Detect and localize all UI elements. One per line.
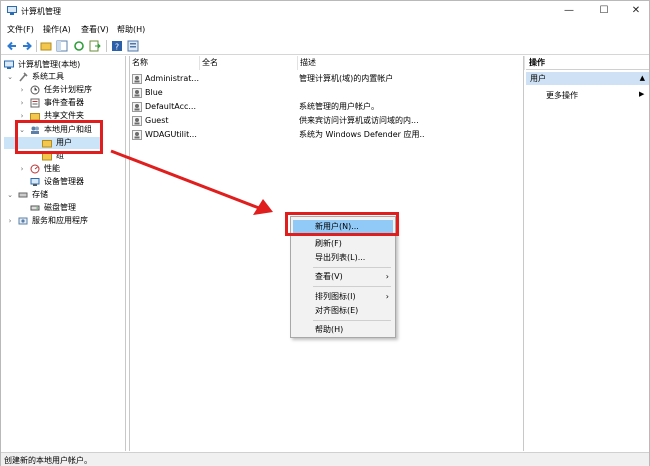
collapse-up-icon[interactable]: ▲ — [640, 72, 645, 85]
column-header-description[interactable]: 描述 — [298, 56, 525, 70]
minimize-button[interactable]: — — [554, 3, 584, 19]
user-name: Blue — [145, 88, 163, 97]
actions-section-label: 用户 — [530, 74, 546, 83]
clock-icon — [30, 85, 40, 95]
export-icon[interactable] — [89, 40, 101, 52]
properties-icon[interactable] — [127, 40, 139, 52]
help-icon[interactable]: ? — [111, 40, 123, 52]
user-name: Guest — [145, 116, 169, 125]
chevron-right-icon: › — [385, 292, 389, 301]
event-viewer-icon — [30, 98, 40, 108]
maximize-button[interactable]: ☐ — [589, 3, 619, 19]
annotation-box-users — [15, 120, 103, 154]
title-bar: 计算机管理 — ☐ ✕ — [1, 1, 649, 21]
context-export-list[interactable]: 导出列表(L)... — [293, 251, 393, 264]
user-name: WDAGUtilit... — [145, 130, 197, 139]
forward-icon[interactable] — [21, 40, 33, 52]
user-icon — [132, 88, 142, 98]
device-manager-icon — [30, 178, 40, 186]
column-header-fullname[interactable]: 全名 — [200, 56, 298, 70]
user-description: 系统为 Windows Defender 应用... — [299, 130, 424, 139]
context-refresh[interactable]: 刷新(F) — [293, 237, 393, 250]
context-view[interactable]: 查看(V) › — [293, 270, 393, 283]
menu-help[interactable]: 帮助(H) — [117, 24, 145, 35]
up-folder-icon[interactable] — [40, 40, 52, 52]
user-name: DefaultAcc... — [145, 102, 196, 111]
toolbar-separator — [106, 40, 107, 52]
close-button[interactable]: ✕ — [621, 3, 650, 19]
more-actions-link[interactable]: 更多操作 — [546, 90, 578, 101]
table-row[interactable]: WDAGUtilit... 系统为 Windows Defender 应用... — [130, 129, 525, 141]
user-description: 供来宾访问计算机或访问域的内... — [299, 116, 419, 125]
user-description: 管理计算机(域)的内置帐户 — [299, 74, 394, 83]
user-icon — [132, 102, 142, 112]
context-align-icons[interactable]: 对齐图标(E) — [293, 304, 393, 317]
actions-header: 操作 — [526, 56, 649, 70]
menu-separator — [313, 286, 391, 287]
back-icon[interactable] — [6, 40, 18, 52]
chevron-down-icon[interactable]: ⌄ — [6, 189, 14, 201]
computer-management-icon — [7, 6, 17, 15]
table-row[interactable]: Blue — [130, 87, 525, 99]
refresh-icon[interactable] — [73, 40, 85, 52]
column-header-name[interactable]: 名称 — [130, 56, 200, 70]
menu-view[interactable]: 查看(V) — [81, 24, 109, 35]
menu-file[interactable]: 文件(F) — [7, 24, 34, 35]
menu-separator — [313, 267, 391, 268]
toolbar: ? — [1, 37, 649, 55]
tools-icon — [19, 72, 28, 82]
chevron-right-icon[interactable]: › — [6, 215, 14, 227]
chevron-down-icon[interactable]: ⌄ — [6, 71, 14, 83]
status-bar: 创建新的本地用户帐户。 — [1, 452, 649, 466]
navigation-tree: 计算机管理(本地) ⌄ 系统工具 › 任务计划程序 › 事件查看器 › 共享文件… — [2, 56, 126, 451]
actions-pane: 操作 用户 ▲ 更多操作 ▶ — [526, 56, 649, 451]
table-row[interactable]: Administrat... 管理计算机(域)的内置帐户 — [130, 73, 525, 85]
menu-action[interactable]: 操作(A) — [43, 24, 71, 35]
status-text: 创建新的本地用户帐户。 — [4, 456, 92, 465]
chevron-right-icon: › — [385, 272, 389, 281]
chevron-right-icon[interactable]: › — [18, 97, 26, 109]
user-name: Administrat... — [145, 74, 199, 83]
table-row[interactable]: DefaultAcc... 系统管理的用户帐户。 — [130, 101, 525, 113]
user-icon — [132, 130, 142, 140]
toolbar-separator — [36, 40, 37, 52]
annotation-box-new-user — [285, 212, 399, 236]
svg-text:?: ? — [115, 43, 119, 52]
chevron-right-icon[interactable]: ▶ — [639, 90, 644, 98]
disk-icon — [30, 205, 40, 211]
table-row[interactable]: Guest 供来宾访问计算机或访问域的内... — [130, 115, 525, 127]
user-description: 系统管理的用户帐户。 — [299, 102, 379, 111]
context-help[interactable]: 帮助(H) — [293, 323, 393, 336]
services-icon — [18, 217, 28, 225]
menu-separator — [313, 320, 391, 321]
chevron-right-icon[interactable]: › — [18, 84, 26, 96]
computer-management-window: 计算机管理 — ☐ ✕ 文件(F) 操作(A) 查看(V) 帮助(H) ? 计算… — [0, 0, 650, 466]
window-title: 计算机管理 — [21, 7, 61, 16]
show-hide-tree-icon[interactable] — [56, 40, 68, 52]
computer-icon — [4, 60, 14, 69]
actions-section-users[interactable]: 用户 ▲ — [526, 72, 649, 85]
menu-bar: 文件(F) 操作(A) 查看(V) 帮助(H) — [1, 21, 649, 37]
user-icon — [132, 74, 142, 84]
storage-icon — [18, 192, 28, 198]
chevron-right-icon[interactable]: › — [18, 163, 26, 175]
performance-icon — [30, 164, 40, 174]
context-arrange-icons[interactable]: 排列图标(I) › — [293, 290, 393, 303]
user-icon — [132, 116, 142, 126]
